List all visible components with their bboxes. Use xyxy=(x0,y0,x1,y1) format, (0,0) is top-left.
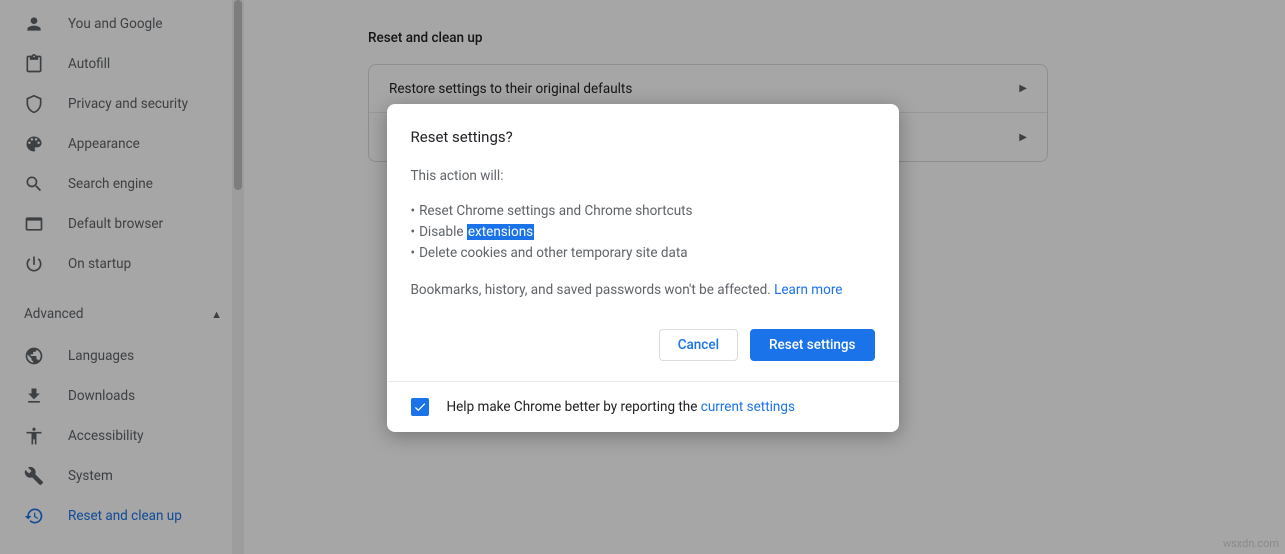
dialog-note: Bookmarks, history, and saved passwords … xyxy=(411,280,875,301)
bullet-delete: Delete cookies and other temporary site … xyxy=(419,243,688,264)
dialog-bullets: •Reset Chrome settings and Chrome shortc… xyxy=(411,201,875,264)
learn-more-link[interactable]: Learn more xyxy=(774,282,842,298)
watermark: wsxdn.com xyxy=(1223,537,1279,550)
reset-settings-button[interactable]: Reset settings xyxy=(750,329,874,361)
dialog-footer: Help make Chrome better by reporting the… xyxy=(387,381,899,432)
dialog-title: Reset settings? xyxy=(411,128,875,146)
reset-settings-dialog: Reset settings? This action will: •Reset… xyxy=(387,104,899,432)
bullet-disable: Disable extensions xyxy=(419,222,534,243)
highlighted-text: extensions xyxy=(467,224,534,240)
current-settings-link[interactable]: current settings xyxy=(701,399,795,415)
report-checkbox[interactable] xyxy=(411,398,429,416)
dialog-intro: This action will: xyxy=(411,166,875,187)
modal-overlay[interactable]: Reset settings? This action will: •Reset… xyxy=(0,0,1285,554)
bullet-reset: Reset Chrome settings and Chrome shortcu… xyxy=(419,201,692,222)
footer-text: Help make Chrome better by reporting the… xyxy=(447,399,795,415)
cancel-button[interactable]: Cancel xyxy=(659,329,738,361)
